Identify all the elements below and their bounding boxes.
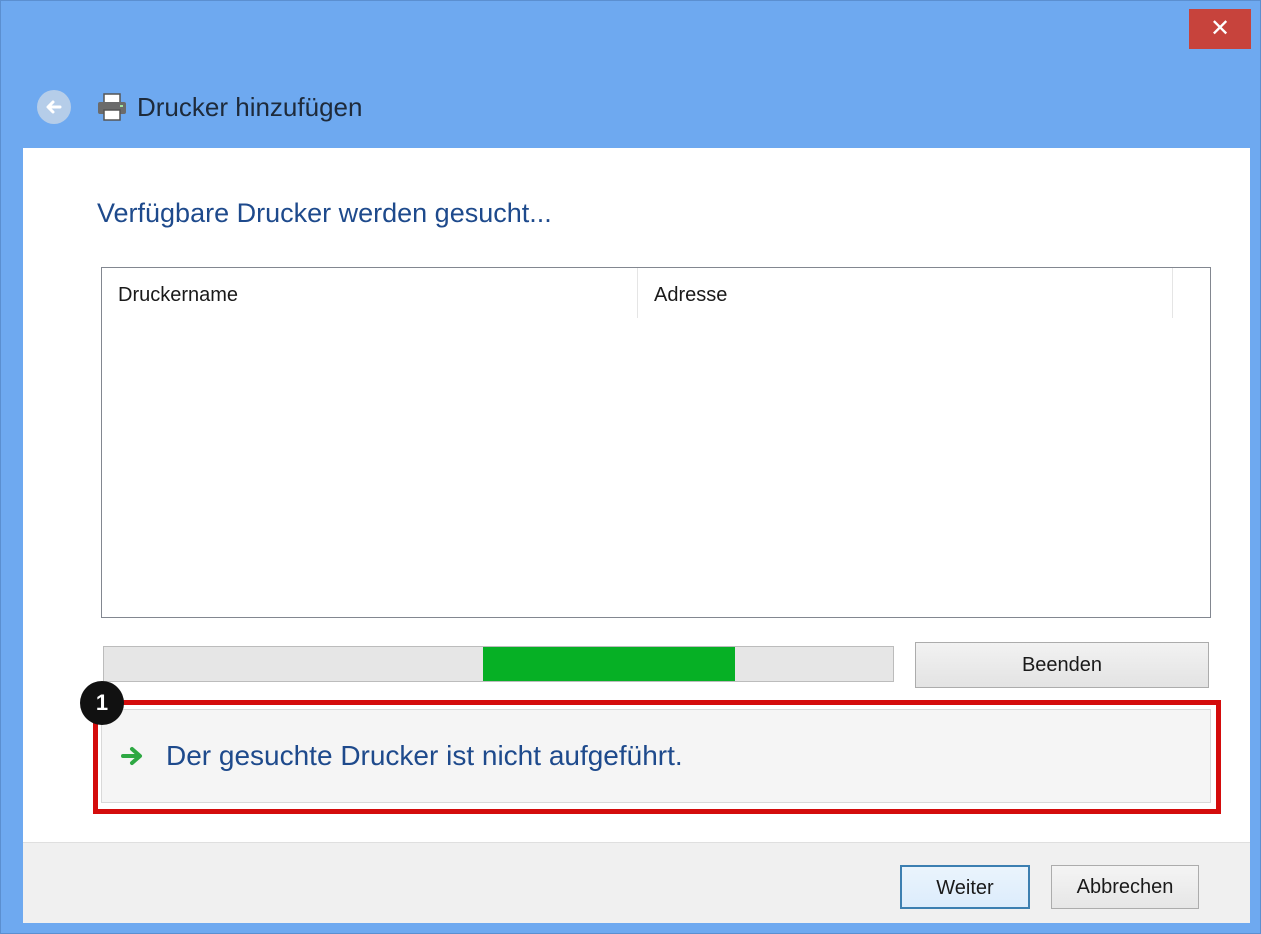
progress-fill	[482, 647, 736, 681]
footer-bar: Weiter Abbrechen	[23, 842, 1250, 923]
add-printer-window: ✕ Drucker hinzufügen Verfügbare Drucker …	[0, 0, 1261, 934]
search-progress-bar	[103, 646, 894, 682]
column-header-filler	[1173, 268, 1210, 318]
annotation-badge: 1	[80, 681, 124, 725]
column-header-printer-name[interactable]: Druckername	[102, 268, 638, 318]
close-button[interactable]: ✕	[1189, 9, 1251, 49]
highlight-frame	[93, 700, 1221, 814]
content-area: Verfügbare Drucker werden gesucht... Dru…	[23, 148, 1250, 842]
cancel-button[interactable]: Abbrechen	[1051, 865, 1199, 909]
stop-button[interactable]: Beenden	[915, 642, 1209, 688]
back-arrow-icon	[46, 100, 62, 114]
window-title: Drucker hinzufügen	[137, 91, 363, 122]
next-button[interactable]: Weiter	[900, 865, 1030, 909]
back-button[interactable]	[37, 90, 71, 124]
title-bar: Drucker hinzufügen	[37, 87, 362, 127]
printer-list[interactable]: Druckername Adresse	[101, 267, 1211, 618]
page-heading: Verfügbare Drucker werden gesucht...	[97, 198, 552, 228]
list-header: Druckername Adresse	[102, 268, 1210, 318]
printer-icon	[98, 93, 126, 121]
column-header-address[interactable]: Adresse	[638, 268, 1173, 318]
